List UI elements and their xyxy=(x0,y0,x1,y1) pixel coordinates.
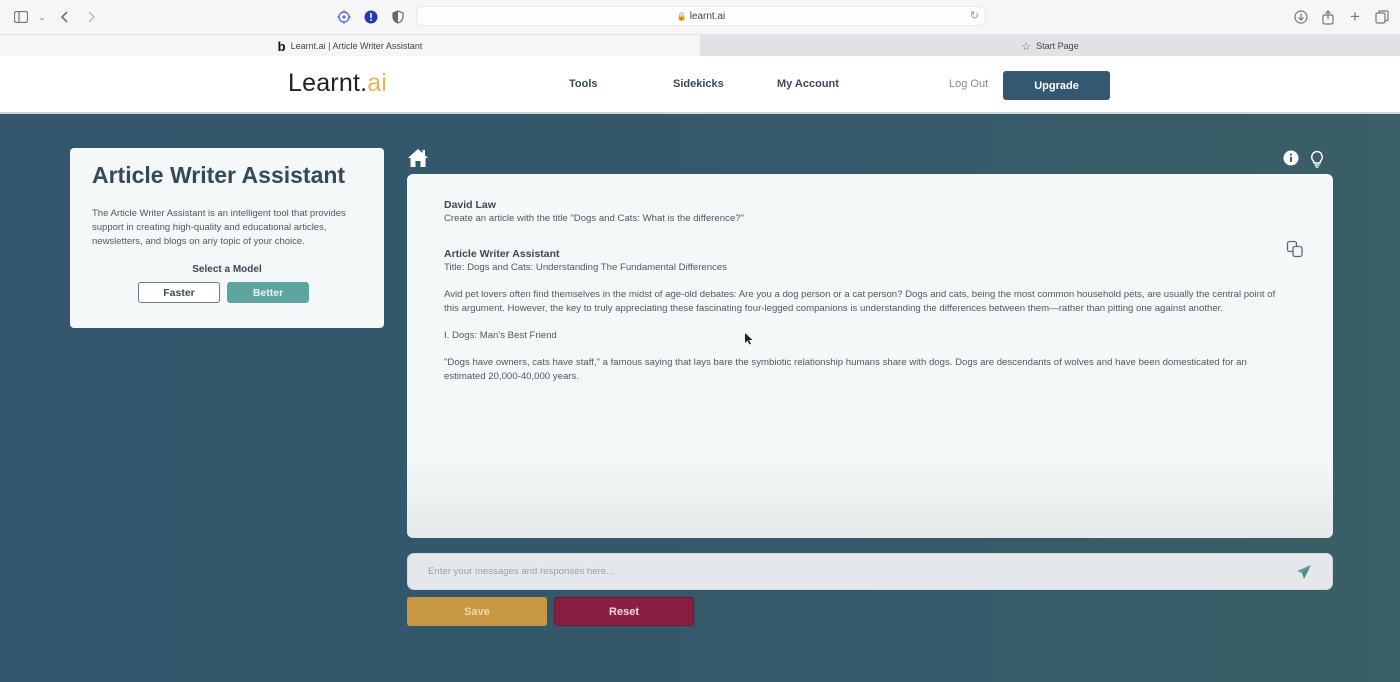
reload-icon[interactable]: ↻ xyxy=(970,9,979,22)
info-icon[interactable] xyxy=(1283,150,1299,166)
address-bar[interactable]: 🔒 learnt.ai ↻ xyxy=(416,6,986,26)
message-input[interactable] xyxy=(428,554,1268,589)
message-author: David Law xyxy=(444,199,496,211)
chat-transcript: David Law Create an article with the tit… xyxy=(407,174,1333,538)
tab-overview-icon[interactable] xyxy=(1373,8,1391,26)
article-paragraph: Avid pet lovers often find themselves in… xyxy=(444,289,1276,314)
new-tab-icon[interactable]: + xyxy=(1346,7,1364,26)
chevron-down-icon[interactable]: ⌄ xyxy=(33,8,51,26)
nav-sidekicks[interactable]: Sidekicks xyxy=(673,78,724,90)
nav-tools[interactable]: Tools xyxy=(569,78,598,90)
home-icon[interactable] xyxy=(407,148,429,168)
logo[interactable]: Learnt.ai xyxy=(288,69,387,98)
tab-title: Start Page xyxy=(1036,41,1079,51)
url-text: learnt.ai xyxy=(689,10,726,22)
browser-tab-start-page[interactable]: ☆ Start Page xyxy=(700,35,1400,57)
tool-info-card: Article Writer Assistant The Article Wri… xyxy=(70,148,384,328)
upgrade-button[interactable]: Upgrade xyxy=(1003,71,1110,100)
chat-message-user: David Law Create an article with the tit… xyxy=(444,198,1284,226)
favicon: b xyxy=(277,38,286,54)
star-icon: ☆ xyxy=(1021,40,1032,53)
download-icon[interactable] xyxy=(1292,8,1310,26)
logo-text: Learnt. xyxy=(288,69,368,97)
browser-toolbar: ⌄ 🔒 learnt.ai ↻ + xyxy=(0,0,1400,34)
site-header: Learnt.ai Tools Sidekicks My Account Log… xyxy=(0,56,1400,114)
logo-accent: ai xyxy=(367,69,388,97)
share-icon[interactable] xyxy=(1319,8,1337,26)
message-input-bar xyxy=(407,553,1333,590)
message-author: Article Writer Assistant xyxy=(444,248,560,260)
extension-alert-icon[interactable] xyxy=(362,8,380,26)
model-better-button[interactable]: Better xyxy=(227,282,309,303)
logout-link[interactable]: Log Out xyxy=(949,78,988,90)
lightbulb-icon[interactable] xyxy=(1309,150,1325,168)
reset-button[interactable]: Reset xyxy=(554,597,694,626)
model-select-label: Select a Model xyxy=(192,264,262,275)
article-heading: I. Dogs: Man's Best Friend xyxy=(444,330,557,341)
lock-icon: 🔒 xyxy=(676,11,687,21)
tool-description: The Article Writer Assistant is an intel… xyxy=(92,208,346,247)
back-icon[interactable] xyxy=(56,8,74,26)
model-faster-button[interactable]: Faster xyxy=(138,282,220,303)
privacy-shield-icon[interactable] xyxy=(389,8,407,26)
save-button[interactable]: Save xyxy=(407,597,547,626)
browser-tab-strip: b Learnt.ai | Article Writer Assistant ☆… xyxy=(0,34,1400,57)
extension-crosshair-icon[interactable] xyxy=(335,8,353,26)
forward-icon[interactable] xyxy=(82,8,100,26)
copy-icon[interactable] xyxy=(1286,240,1304,258)
article-paragraph: "Dogs have owners, cats have staff," a f… xyxy=(444,357,1247,382)
browser-tab-active[interactable]: b Learnt.ai | Article Writer Assistant xyxy=(0,35,700,57)
message-text: Create an article with the title "Dogs a… xyxy=(444,213,744,224)
article-title-line: Title: Dogs and Cats: Understanding The … xyxy=(444,262,727,273)
tab-title: Learnt.ai | Article Writer Assistant xyxy=(290,41,423,51)
mouse-cursor-icon xyxy=(745,332,753,345)
sidebar-toggle-icon[interactable] xyxy=(12,8,30,26)
tool-title: Article Writer Assistant xyxy=(92,162,346,188)
chat-message-assistant: Article Writer Assistant Title: Dogs and… xyxy=(444,247,1284,384)
main-area: Article Writer Assistant The Article Wri… xyxy=(0,114,1400,682)
send-icon[interactable] xyxy=(1296,564,1312,580)
nav-my-account[interactable]: My Account xyxy=(777,78,839,90)
